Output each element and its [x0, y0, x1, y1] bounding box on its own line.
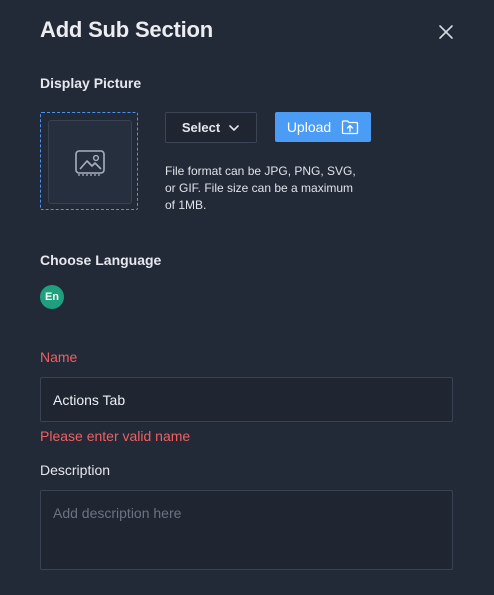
name-label: Name [40, 349, 78, 365]
close-button[interactable] [436, 22, 456, 42]
chevron-down-icon [229, 124, 239, 131]
upload-label: Upload [286, 119, 332, 135]
display-picture-dropzone[interactable] [40, 112, 138, 210]
image-icon [75, 150, 105, 176]
select-button[interactable]: Select [165, 112, 257, 143]
name-error-message: Please enter valid name [40, 428, 191, 444]
close-icon [439, 25, 453, 39]
language-badge-en[interactable]: En [40, 285, 64, 309]
display-picture-label: Display Picture [40, 75, 142, 91]
folder-upload-icon [342, 120, 359, 135]
add-sub-section-dialog: Add Sub Section Display Picture Select U… [0, 0, 494, 595]
name-input[interactable] [40, 377, 453, 422]
choose-language-label: Choose Language [40, 252, 162, 268]
upload-button[interactable]: Upload [275, 112, 371, 142]
picture-placeholder [48, 120, 132, 204]
select-label: Select [181, 120, 221, 135]
description-textarea[interactable] [40, 490, 453, 570]
description-label: Description [40, 462, 111, 478]
dialog-title: Add Sub Section [40, 17, 214, 42]
file-format-hint: File format can be JPG, PNG, SVG, or GIF… [165, 164, 356, 212]
